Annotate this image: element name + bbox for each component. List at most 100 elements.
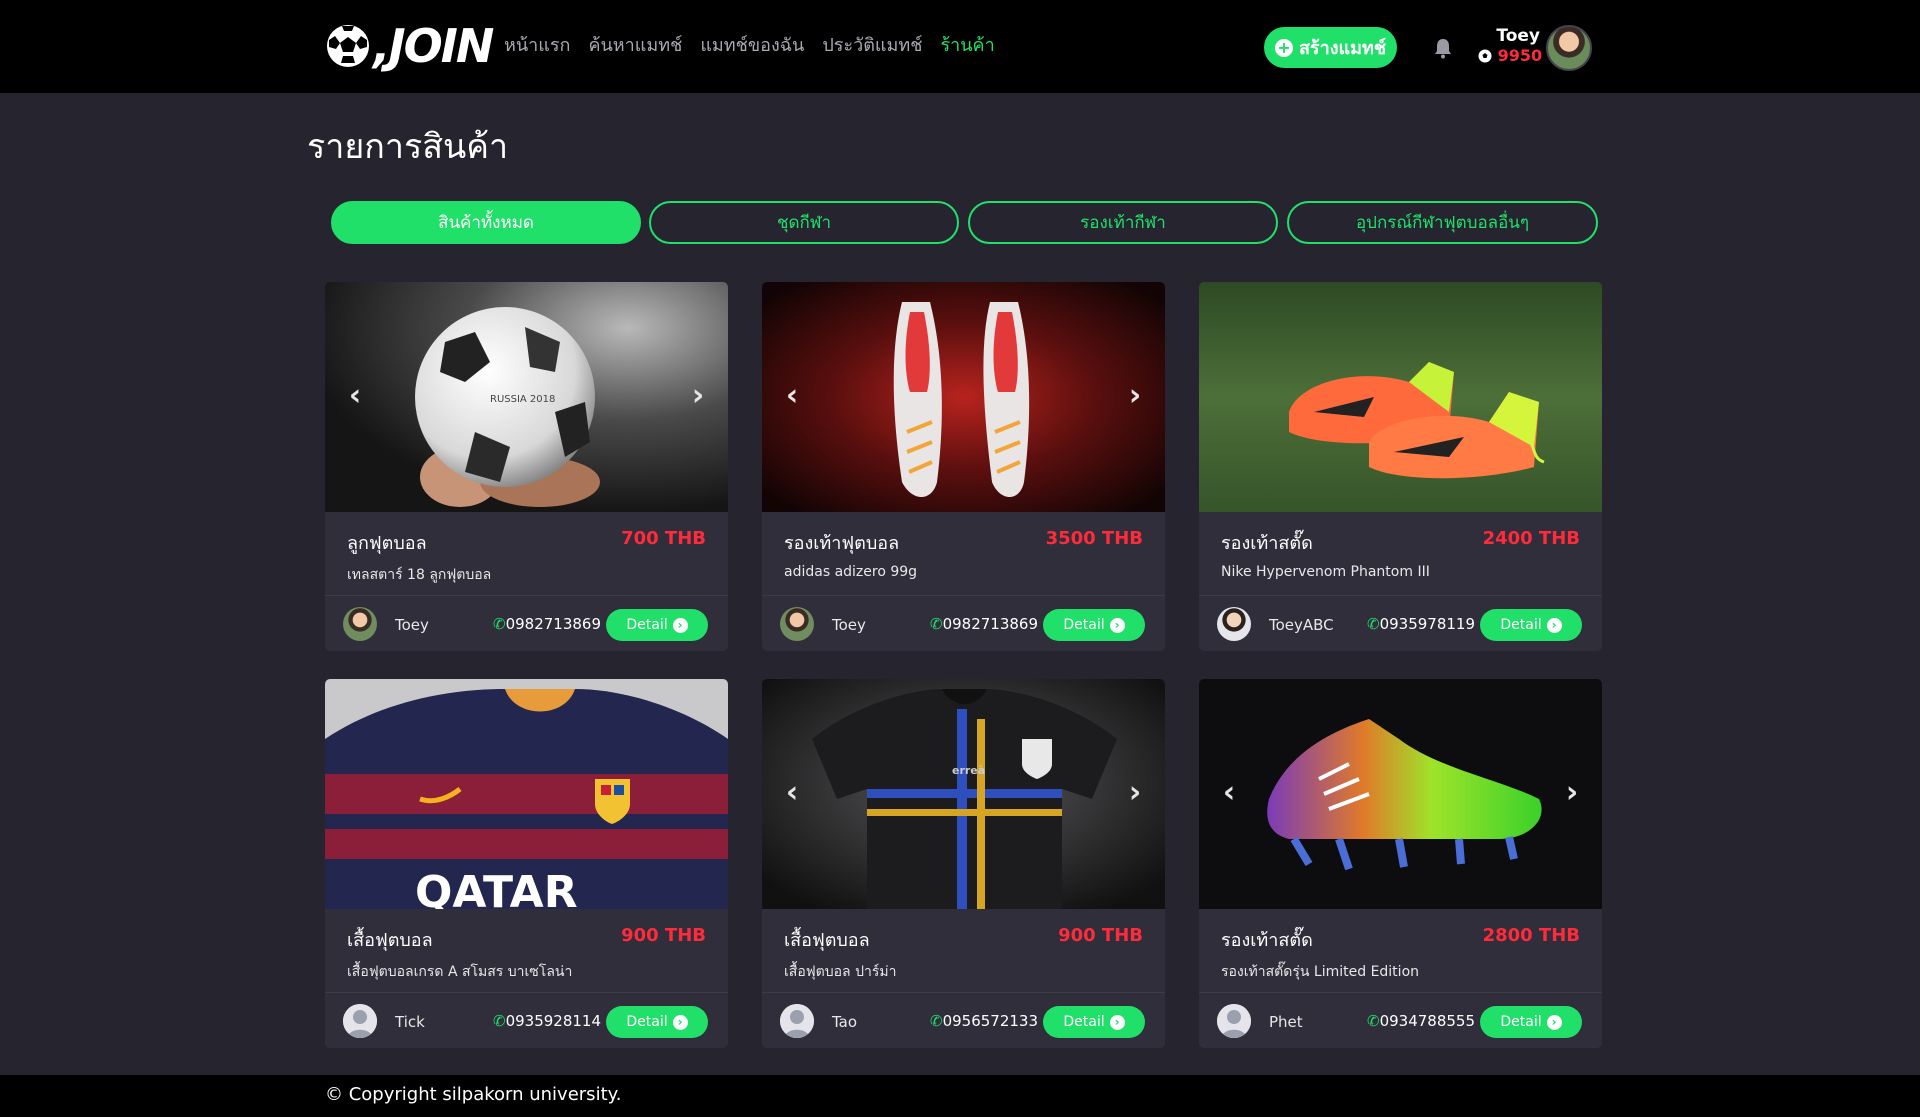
user-info[interactable]: Toey 9950 xyxy=(1478,26,1542,66)
phone-icon: ✆ xyxy=(493,1012,506,1030)
arrow-right-circle-icon: › xyxy=(1109,1014,1125,1030)
product-price: 900 THB xyxy=(1058,925,1143,946)
product-image-parma-jersey: erreà ‹ › xyxy=(762,679,1165,909)
product-name: เสื้อฟุตบอล xyxy=(347,930,433,951)
product-description: รองเท้าสตั๊ดรุ่น Limited Edition xyxy=(1221,964,1420,980)
product-price: 2800 THB xyxy=(1482,925,1580,946)
svg-text:QATAR: QATAR xyxy=(415,867,578,909)
carousel-prev-icon[interactable]: ‹ xyxy=(780,778,804,808)
football-icon xyxy=(1478,49,1492,63)
divider xyxy=(1199,992,1602,993)
carousel-next-icon[interactable]: › xyxy=(1123,381,1147,411)
seller-phone: ✆0935978119 xyxy=(1367,615,1476,633)
detail-button[interactable]: Detail › xyxy=(1043,1006,1145,1038)
product-name: รองเท้าฟุตบอล xyxy=(784,533,900,554)
user-avatar[interactable] xyxy=(1546,25,1592,71)
arrow-right-circle-icon: › xyxy=(672,1014,688,1030)
product-name: ลูกฟุตบอล xyxy=(347,533,427,554)
detail-button[interactable]: Detail › xyxy=(606,609,708,641)
category-tabs: สินค้าทั้งหมด ชุดกีฬา รองเท้ากีฬา อุปกรณ… xyxy=(331,201,1598,244)
product-description: เสื้อฟุตบอลเกรด A สโมสร บาเซโลน่า xyxy=(347,964,573,980)
seller-avatar-placeholder xyxy=(343,1004,377,1038)
nav-home[interactable]: หน้าแรก xyxy=(504,30,570,59)
product-price: 900 THB xyxy=(621,925,706,946)
tab-sportswear[interactable]: ชุดกีฬา xyxy=(649,201,959,244)
phone-icon: ✆ xyxy=(1367,615,1380,633)
navbar: ,JOIN หน้าแรก ค้นหาแมทช์ แมทช์ของฉัน ประ… xyxy=(0,0,1920,93)
detail-button[interactable]: Detail › xyxy=(606,1006,708,1038)
seller-phone: ✆0935928114 xyxy=(493,1012,602,1030)
tab-other-equipment[interactable]: อุปกรณ์กีฬาฟุตบอลอื่นๆ xyxy=(1287,201,1598,244)
carousel-next-icon[interactable]: › xyxy=(1123,778,1147,808)
seller-phone: ✆0934788555 xyxy=(1367,1012,1476,1030)
carousel-prev-icon[interactable]: ‹ xyxy=(1217,778,1241,808)
football-icon xyxy=(327,25,369,67)
seller-avatar xyxy=(343,607,377,641)
product-description: เสื้อฟุตบอล ปาร์ม่า xyxy=(784,964,897,980)
divider xyxy=(325,992,728,993)
seller-name: Toey xyxy=(832,616,866,634)
nav-links: หน้าแรก ค้นหาแมทช์ แมทช์ของฉัน ประวัติแม… xyxy=(504,30,995,59)
product-name: รองเท้าสตั๊ด xyxy=(1221,930,1313,951)
product-image-barcelona-jersey: QATAR xyxy=(325,679,728,909)
detail-button[interactable]: Detail › xyxy=(1480,609,1582,641)
nav-shop[interactable]: ร้านค้า xyxy=(940,30,994,59)
nav-my-match[interactable]: แมทช์ของฉัน xyxy=(700,30,804,59)
product-card: RUSSIA 2018 ‹ › ลูกฟุตบอล 700 THB เทลสตา… xyxy=(325,282,728,651)
nav-search-match[interactable]: ค้นหาแมทช์ xyxy=(588,30,682,59)
product-card: รองเท้าสตั๊ด 2400 THB Nike Hypervenom Ph… xyxy=(1199,282,1602,651)
product-card: QATAR เสื้อฟุตบอล 900 THB เสื้อฟุตบอลเกร… xyxy=(325,679,728,1048)
logo[interactable]: ,JOIN xyxy=(325,19,494,73)
seller-phone: ✆0956572133 xyxy=(930,1012,1039,1030)
product-description: adidas adizero 99g xyxy=(784,564,918,580)
product-price: 3500 THB xyxy=(1045,528,1143,549)
arrow-right-circle-icon: › xyxy=(1109,617,1125,633)
product-card: ‹ › รองเท้าฟุตบอล 3500 THB adidas adizer… xyxy=(762,282,1165,651)
seller-avatar-placeholder xyxy=(1217,1004,1251,1038)
product-name: รองเท้าสตั๊ด xyxy=(1221,533,1313,554)
tab-sport-shoes[interactable]: รองเท้ากีฬา xyxy=(968,201,1278,244)
arrow-right-circle-icon: › xyxy=(1546,1014,1562,1030)
tab-all-products[interactable]: สินค้าทั้งหมด xyxy=(331,201,641,244)
create-match-label: สร้างแมทช์ xyxy=(1298,38,1387,59)
plus-circle-icon: + xyxy=(1274,38,1293,57)
nav-match-history[interactable]: ประวัติแมทช์ xyxy=(822,30,922,59)
arrow-right-circle-icon: › xyxy=(1546,617,1562,633)
seller-name: Phet xyxy=(1269,1013,1303,1031)
phone-icon: ✆ xyxy=(493,615,506,633)
create-match-button[interactable]: + สร้างแมทช์ xyxy=(1264,27,1397,68)
carousel-next-icon[interactable]: › xyxy=(1560,778,1584,808)
carousel-prev-icon[interactable]: ‹ xyxy=(343,381,367,411)
seller-phone: ✆0982713869 xyxy=(930,615,1039,633)
seller-avatar-placeholder xyxy=(780,1004,814,1038)
product-image-red-boots: ‹ › xyxy=(762,282,1165,512)
product-price: 2400 THB xyxy=(1482,528,1580,549)
seller-avatar xyxy=(780,607,814,641)
page-title: รายการสินค้า xyxy=(307,127,509,167)
seller-name: Toey xyxy=(395,616,429,634)
product-description: เทลสตาร์ 18 ลูกฟุตบอล xyxy=(347,567,492,583)
detail-button[interactable]: Detail › xyxy=(1043,609,1145,641)
svg-text:erreà: erreà xyxy=(952,764,985,777)
user-name: Toey xyxy=(1496,26,1540,46)
arrow-right-circle-icon: › xyxy=(672,617,688,633)
bell-icon[interactable] xyxy=(1433,37,1453,59)
copyright-text: © Copyright silpakorn university. xyxy=(325,1084,622,1105)
logo-text: ,JOIN xyxy=(373,19,494,73)
divider xyxy=(1199,595,1602,596)
seller-name: Tao xyxy=(832,1013,858,1031)
carousel-prev-icon[interactable]: ‹ xyxy=(780,381,804,411)
seller-phone: ✆0982713869 xyxy=(493,615,602,633)
divider xyxy=(325,595,728,596)
phone-icon: ✆ xyxy=(930,1012,943,1030)
product-card: ‹ › รองเท้าสตั๊ด 2800 THB รองเท้าสตั๊ดรุ… xyxy=(1199,679,1602,1048)
product-price: 700 THB xyxy=(621,528,706,549)
footer: © Copyright silpakorn university. xyxy=(0,1075,1920,1117)
product-image-limited-boot: ‹ › xyxy=(1199,679,1602,909)
seller-name: Tick xyxy=(395,1013,425,1031)
carousel-next-icon[interactable]: › xyxy=(686,381,710,411)
product-image-green-orange-boots xyxy=(1199,282,1602,512)
detail-button[interactable]: Detail › xyxy=(1480,1006,1582,1038)
phone-icon: ✆ xyxy=(1367,1012,1380,1030)
product-name: เสื้อฟุตบอล xyxy=(784,930,870,951)
